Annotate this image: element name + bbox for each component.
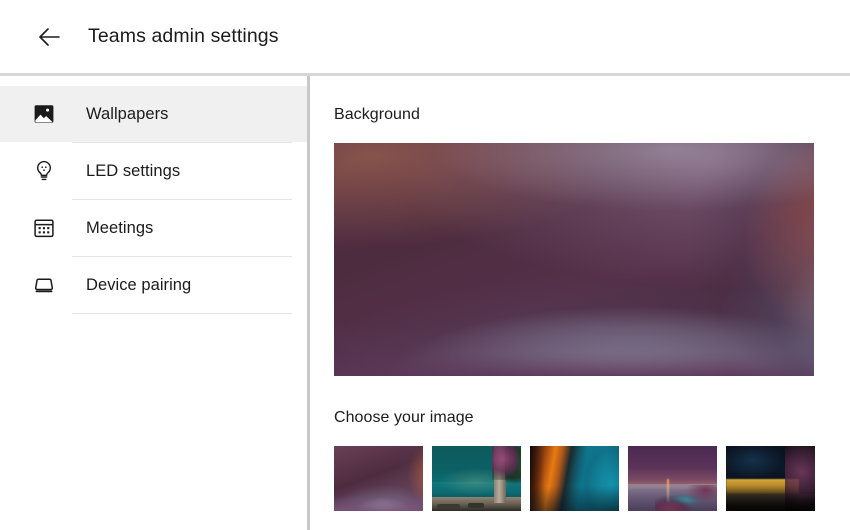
sidebar-item-led-settings[interactable]: LED settings xyxy=(0,143,307,199)
sidebar-item-label: Wallpapers xyxy=(86,104,169,123)
wallpaper-thumbnail-list xyxy=(334,446,850,511)
sidebar-divider xyxy=(72,313,292,314)
sidebar-item-meetings[interactable]: Meetings xyxy=(0,200,307,256)
monitor-icon xyxy=(30,271,58,299)
choose-your-image-label: Choose your image xyxy=(334,409,474,426)
sidebar-item-device-pairing[interactable]: Device pairing xyxy=(0,257,307,313)
thumb2-bench-left xyxy=(437,503,461,510)
sidebar-item-label: LED settings xyxy=(86,161,181,180)
sidebar-item-label: Meetings xyxy=(86,218,154,237)
lightbulb-icon xyxy=(30,157,58,185)
wallpaper-thumbnail-3[interactable] xyxy=(530,446,619,511)
wallpaper-thumbnail-4[interactable] xyxy=(628,446,717,511)
thumb2-blossom-canopy xyxy=(491,446,519,480)
thumb3-bottom-shadow xyxy=(530,446,619,511)
settings-sidebar: Wallpapers LED settings Meetings Device … xyxy=(0,76,307,530)
background-preview[interactable] xyxy=(334,143,814,376)
wallpapers-panel: Background Choose your image xyxy=(307,76,850,530)
hero-vignette xyxy=(334,143,814,376)
sidebar-content-divider xyxy=(307,76,310,530)
thumb1-lower-purple xyxy=(334,446,423,511)
thumb4-light-reflection xyxy=(667,478,670,502)
thumb2-bench-right xyxy=(467,502,484,509)
image-icon xyxy=(30,100,58,128)
app-header: Teams admin settings xyxy=(0,0,850,76)
arrow-left-icon xyxy=(37,24,63,50)
sidebar-item-wallpapers[interactable]: Wallpapers xyxy=(0,86,307,142)
wallpaper-thumbnail-2[interactable] xyxy=(432,446,521,511)
content-body: Wallpapers LED settings Meetings Device … xyxy=(0,76,850,530)
back-button[interactable] xyxy=(30,17,70,57)
thumb5-bottom-shadow xyxy=(726,446,815,511)
thumb4-winding-causeway xyxy=(654,485,717,511)
calendar-icon xyxy=(30,214,58,242)
page-title: Teams admin settings xyxy=(88,24,279,47)
wallpaper-thumbnail-1[interactable] xyxy=(334,446,423,511)
teams-admin-settings-window: Teams admin settings Wallpapers LED sett… xyxy=(0,0,850,530)
background-label: Background xyxy=(334,106,420,123)
wallpaper-thumbnail-5[interactable] xyxy=(726,446,815,511)
sidebar-item-label: Device pairing xyxy=(86,275,192,294)
